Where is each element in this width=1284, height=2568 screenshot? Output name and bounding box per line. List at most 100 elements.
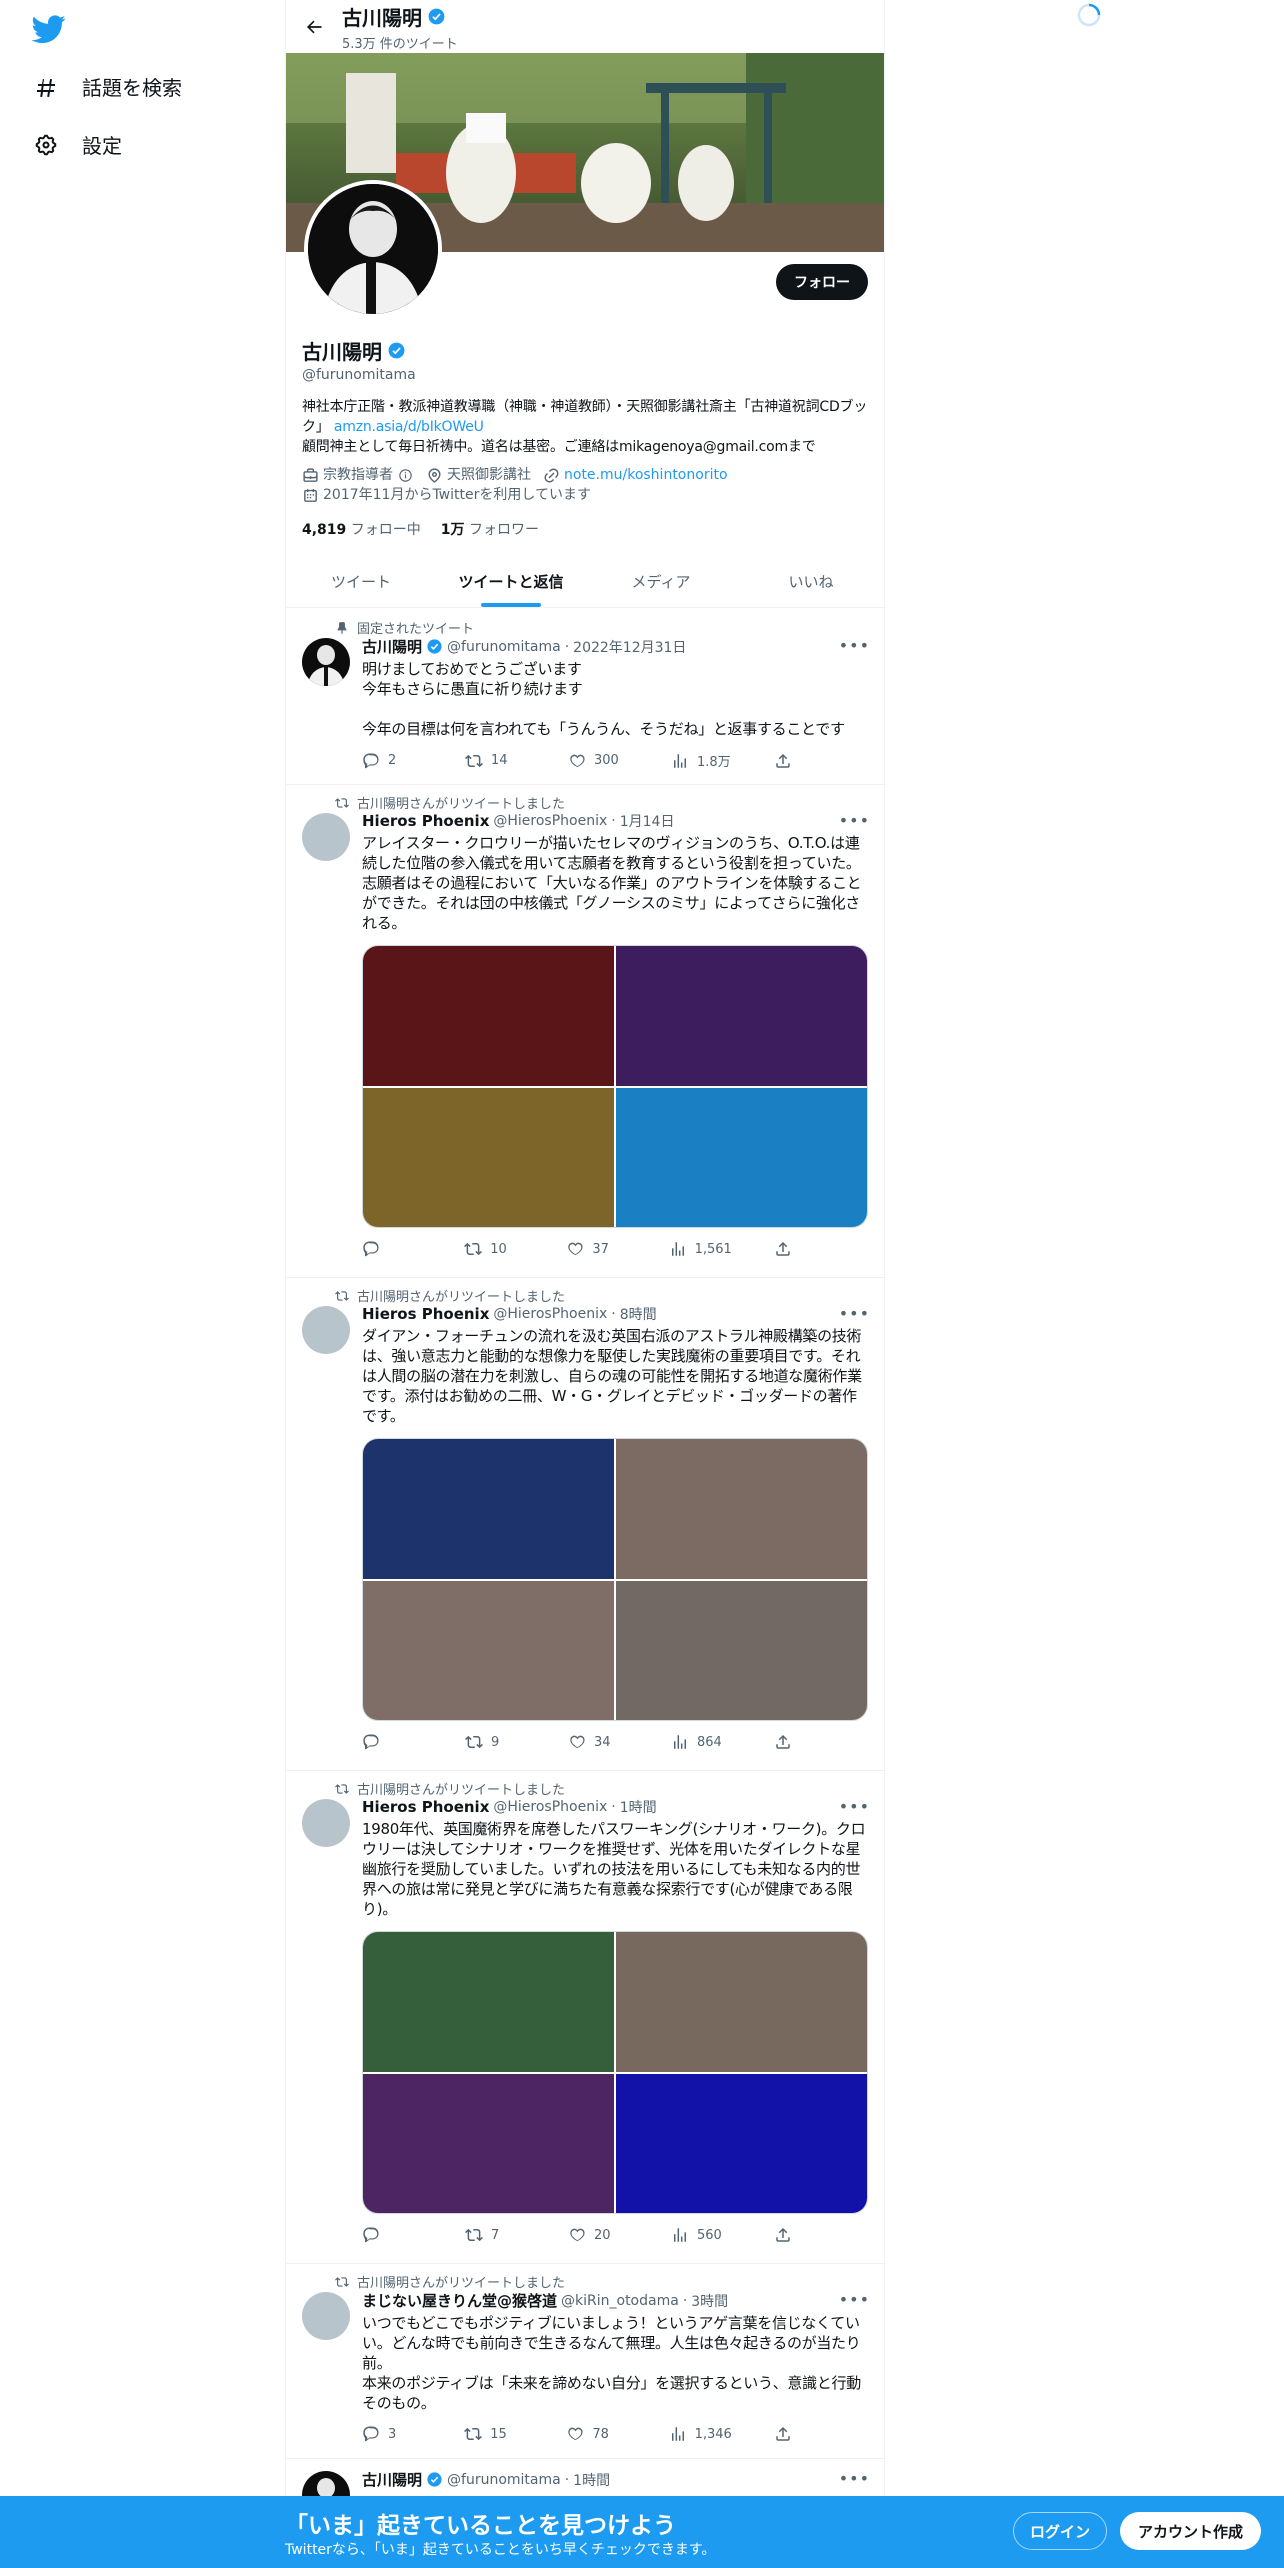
- share-button[interactable]: [774, 1733, 792, 1751]
- views-button[interactable]: 1,346: [669, 2425, 732, 2443]
- profile-website[interactable]: note.mu/koshintonorito: [543, 465, 728, 485]
- profile-website-label: note.mu/koshintonorito: [564, 467, 728, 483]
- tweet-date[interactable]: 1月14日: [620, 811, 675, 831]
- like-button[interactable]: 78: [566, 2425, 626, 2443]
- tweet[interactable]: 古川陽明さんがリツイートしました ••• Hieros Phoenix @Hieros…: [286, 1771, 886, 2264]
- avatar[interactable]: [302, 1306, 350, 1354]
- tweet-author-name[interactable]: 古川陽明: [362, 636, 422, 657]
- follow-button[interactable]: フォロー: [776, 264, 868, 300]
- tweet-media-image[interactable]: [363, 2073, 614, 2213]
- bar-chart-icon: [671, 2427, 684, 2441]
- tweet-text: アレイスター・クロウリーが描いたセレマのヴィジョンのうち、O.T.O.は連続した…: [362, 834, 862, 932]
- hashtag-icon: [37, 78, 55, 97]
- tweet-author-handle: @furunomitama: [447, 638, 561, 655]
- avatar[interactable]: [302, 638, 350, 686]
- share-button[interactable]: [774, 2425, 792, 2443]
- reply-button[interactable]: [362, 2226, 422, 2244]
- bottom-bar-title: 「いま」起きていることを見つけよう: [285, 2513, 676, 2539]
- retweet-button[interactable]: 14: [465, 751, 525, 770]
- share-icon: [776, 1241, 790, 1256]
- header-tweet-count: 5.3万 件のツイート: [342, 36, 458, 52]
- verified-badge-icon: [388, 342, 405, 359]
- retweet-button[interactable]: 9: [465, 1733, 525, 1751]
- avatar[interactable]: [302, 1799, 350, 1847]
- profile-avatar[interactable]: [304, 180, 442, 318]
- nav-explore[interactable]: 話題を検索: [34, 72, 182, 101]
- tweet-date[interactable]: 8時間: [620, 1304, 657, 1324]
- tweet-date[interactable]: 1時間: [573, 2470, 610, 2490]
- tab-media[interactable]: メディア: [586, 555, 736, 607]
- tweet-media-image[interactable]: [363, 1580, 614, 1720]
- views-button[interactable]: 560: [671, 2226, 731, 2244]
- tweet-media-image[interactable]: [616, 946, 867, 1086]
- tweet-author-name[interactable]: まじない屋きりん堂@猴啓道: [362, 2290, 557, 2311]
- following-count: 4,819: [302, 522, 347, 538]
- views-button[interactable]: 1,561: [669, 1240, 732, 1258]
- retweet-icon: [465, 2228, 483, 2242]
- tweet-author-name[interactable]: Hieros Phoenix: [362, 1798, 489, 1816]
- like-button[interactable]: 300: [568, 751, 628, 770]
- tweet-date[interactable]: 1時間: [620, 1797, 657, 1817]
- tweet-media-image[interactable]: [616, 1932, 867, 2072]
- retweet-button[interactable]: 7: [465, 2226, 525, 2244]
- nav-settings[interactable]: 設定: [34, 130, 122, 159]
- reply-icon: [363, 1734, 379, 1750]
- heart-icon: [568, 2427, 583, 2441]
- calendar-icon: [304, 488, 317, 502]
- profile-location: 天照御影講社: [426, 465, 531, 485]
- tweet-media-image[interactable]: [363, 1439, 614, 1579]
- retweet-button[interactable]: 10: [464, 1240, 524, 1258]
- tweet-date[interactable]: 3時間: [691, 2291, 728, 2311]
- tweet[interactable]: 古川陽明さんがリツイートしました ••• Hieros Phoenix @Hieros…: [286, 785, 886, 1278]
- tab-tweets-and-replies[interactable]: ツイートと返信: [436, 555, 586, 607]
- main-column: 古川陽明 5.3万 件のツイート フォロー 古川陽明 @furunomitama…: [285, 0, 886, 2568]
- login-button[interactable]: ログイン: [1013, 2512, 1108, 2550]
- following-link[interactable]: 4,819 フォロー中: [302, 519, 421, 539]
- bottom-bar-subtitle: Twitterなら、「いま」起きていることをいち早くチェックできます。: [285, 2542, 716, 2558]
- tweet-actions: 2 14 300 1.8万: [362, 751, 792, 770]
- tweet[interactable]: 固定されたツイート ••• 古川陽明 @furunomitama · 2022年12月31…: [286, 608, 886, 785]
- profile-category-label: 宗教指導者: [323, 467, 393, 483]
- bio-link[interactable]: amzn.asia/d/bIkOWeU: [334, 419, 484, 435]
- retweet-count: 14: [491, 753, 508, 768]
- info-icon[interactable]: [397, 467, 414, 484]
- tweet[interactable]: 古川陽明さんがリツイートしました ••• まじない屋きりん堂@猴啓道 @kiRin_o…: [286, 2264, 886, 2459]
- signup-button[interactable]: アカウント作成: [1120, 2512, 1262, 2550]
- followers-label: フォロワー: [468, 522, 539, 538]
- tweet-media-image[interactable]: [616, 1087, 867, 1227]
- retweet-button[interactable]: 15: [464, 2425, 524, 2443]
- verified-badge-icon: [428, 8, 445, 24]
- views-button[interactable]: 864: [671, 1733, 731, 1751]
- tweet-media-image[interactable]: [616, 1439, 867, 1579]
- tweet-author-name[interactable]: Hieros Phoenix: [362, 812, 489, 830]
- reply-button[interactable]: [362, 1240, 422, 1258]
- tweet-media-image[interactable]: [616, 1580, 867, 1720]
- share-button[interactable]: [774, 2226, 792, 2244]
- back-button[interactable]: [286, 17, 342, 37]
- like-button[interactable]: 20: [568, 2226, 628, 2244]
- tweet-media-image[interactable]: [616, 2073, 867, 2213]
- tab-tweets[interactable]: ツイート: [286, 555, 436, 607]
- reply-button[interactable]: 3: [362, 2425, 422, 2443]
- tab-likes[interactable]: いいね: [736, 555, 886, 607]
- reply-button[interactable]: [362, 1733, 422, 1751]
- tweet-author-name[interactable]: Hieros Phoenix: [362, 1305, 489, 1323]
- arrow-left-icon: [306, 20, 322, 33]
- tweet[interactable]: 古川陽明さんがリツイートしました ••• Hieros Phoenix @Hieros…: [286, 1278, 886, 1771]
- tweet-date[interactable]: 2022年12月31日: [573, 637, 686, 657]
- share-button[interactable]: [774, 1240, 792, 1258]
- reply-icon: [363, 2227, 379, 2243]
- views-button[interactable]: 1.8万: [671, 751, 731, 770]
- avatar[interactable]: [302, 2292, 350, 2340]
- tweet-author-name[interactable]: 古川陽明: [362, 2469, 422, 2490]
- like-button[interactable]: 34: [568, 1733, 628, 1751]
- share-button[interactable]: [774, 751, 792, 770]
- followers-link[interactable]: 1万 フォロワー: [441, 519, 539, 539]
- tweet-media-image[interactable]: [363, 1932, 614, 2072]
- tweet-media-image[interactable]: [363, 946, 614, 1086]
- like-button[interactable]: 37: [566, 1240, 626, 1258]
- twitter-bird-icon[interactable]: [32, 12, 66, 46]
- reply-button[interactable]: 2: [362, 751, 422, 770]
- avatar[interactable]: [302, 813, 350, 861]
- tweet-media-image[interactable]: [363, 1087, 614, 1227]
